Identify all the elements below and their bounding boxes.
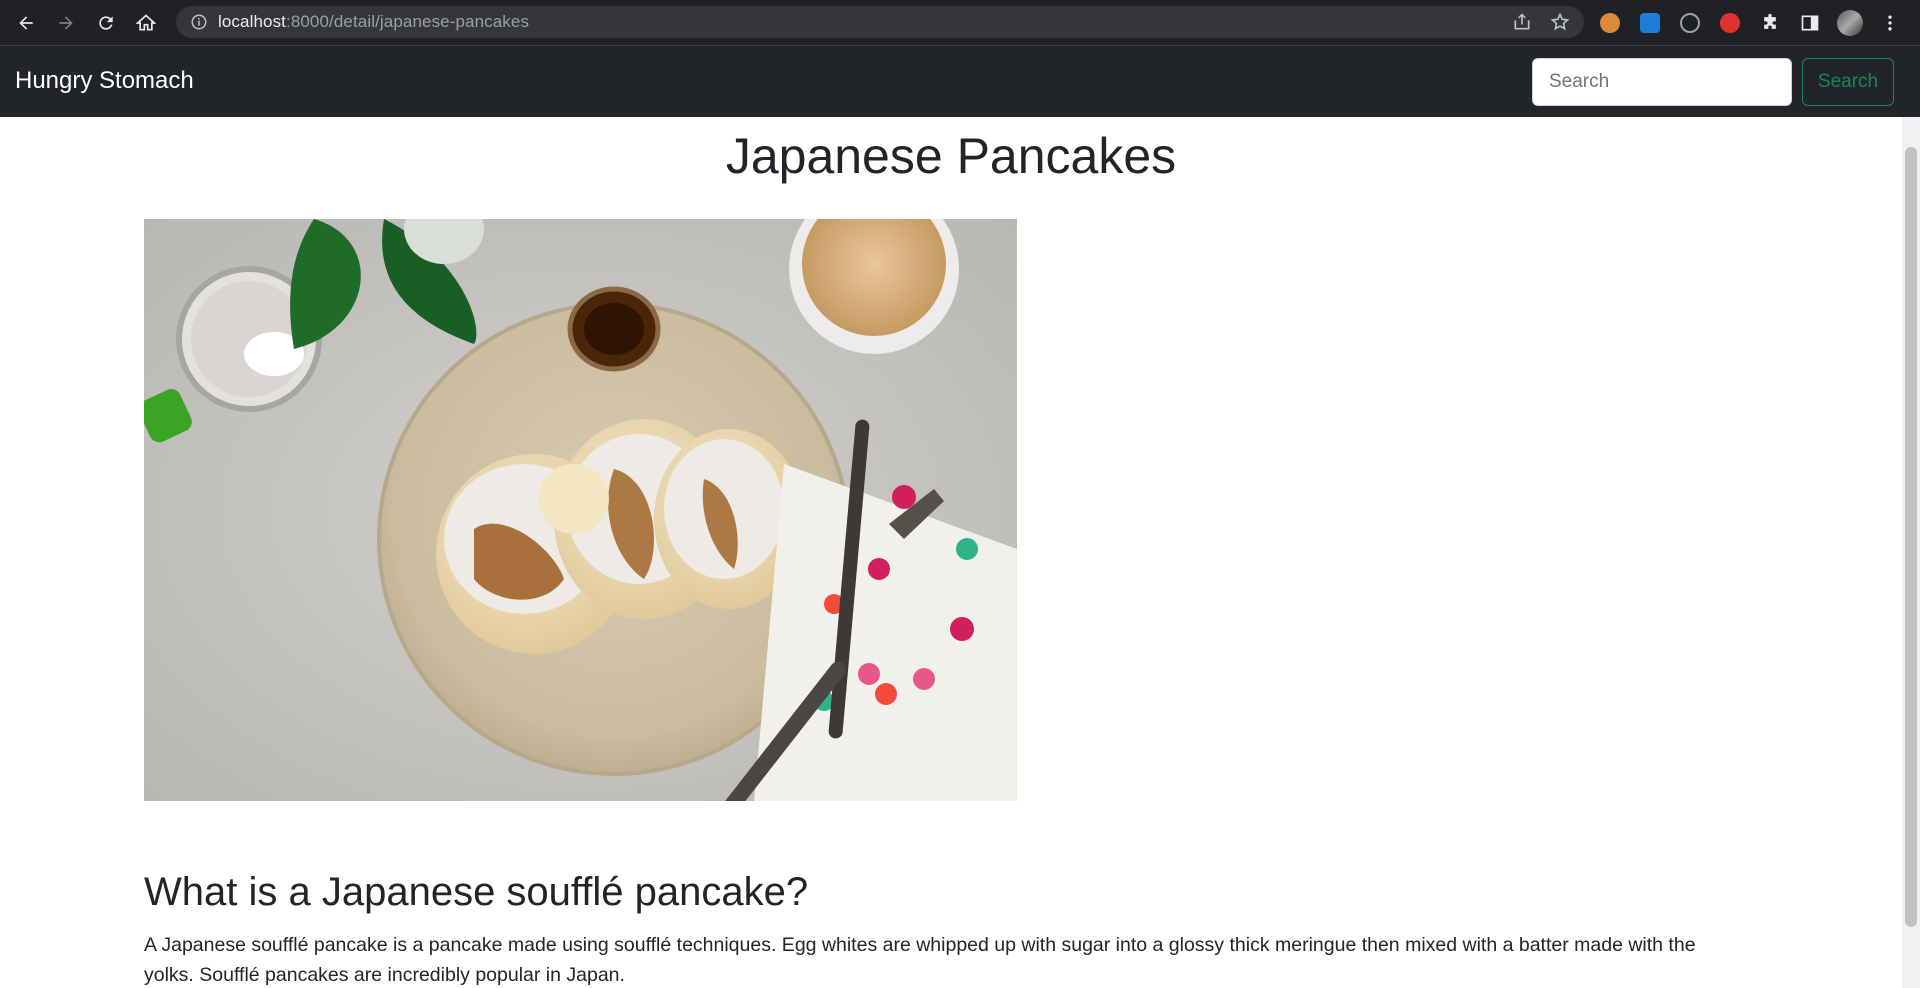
forward-button[interactable] (46, 0, 86, 45)
extension-mail-icon[interactable] (1630, 0, 1670, 45)
home-button[interactable] (126, 0, 166, 45)
extension-stop-icon[interactable] (1710, 0, 1750, 45)
site-brand[interactable]: Hungry Stomach (15, 67, 194, 95)
url-host: localhost (218, 12, 286, 31)
recipe-description: A Japanese soufflé pancake is a pancake … (144, 934, 1696, 986)
sidebar-icon[interactable] (1790, 0, 1830, 45)
search-button[interactable]: Search (1802, 58, 1894, 106)
forward-icon (59, 15, 73, 30)
extension-cookie-icon[interactable] (1590, 0, 1630, 45)
url-path: :8000/detail/japanese-pancakes (286, 12, 530, 31)
menu-icon[interactable] (1870, 0, 1910, 45)
url-text: localhost:8000/detail/japanese-pancakes (218, 12, 529, 32)
address-bar[interactable]: localhost:8000/detail/japanese-pancakes (176, 6, 1584, 38)
reload-icon (99, 15, 113, 30)
star-icon[interactable] (1550, 12, 1570, 32)
scrollbar-thumb[interactable] (1905, 147, 1917, 927)
info-icon[interactable] (190, 13, 208, 31)
extension-circle-icon[interactable] (1670, 0, 1710, 45)
page-title: Japanese Pancakes (725, 128, 1177, 184)
page-scrollbar[interactable] (1902, 117, 1920, 988)
reload-button[interactable] (86, 0, 126, 45)
share-icon[interactable] (1512, 12, 1532, 32)
profile-avatar[interactable] (1830, 0, 1870, 45)
back-button[interactable] (6, 0, 46, 45)
site-navbar: Hungry Stomach Search (0, 45, 1920, 117)
recipe-detail: Japanese Pancakes What is a Japanese sou… (0, 117, 1902, 988)
browser-toolbar: localhost:8000/detail/japanese-pancakes (0, 0, 1920, 45)
back-icon (19, 15, 33, 30)
home-icon (136, 13, 156, 30)
recipe-image (144, 219, 1017, 801)
section-heading: What is a Japanese soufflé pancake? (144, 870, 809, 914)
search-input[interactable] (1532, 58, 1792, 106)
extensions-icon[interactable] (1750, 0, 1790, 45)
